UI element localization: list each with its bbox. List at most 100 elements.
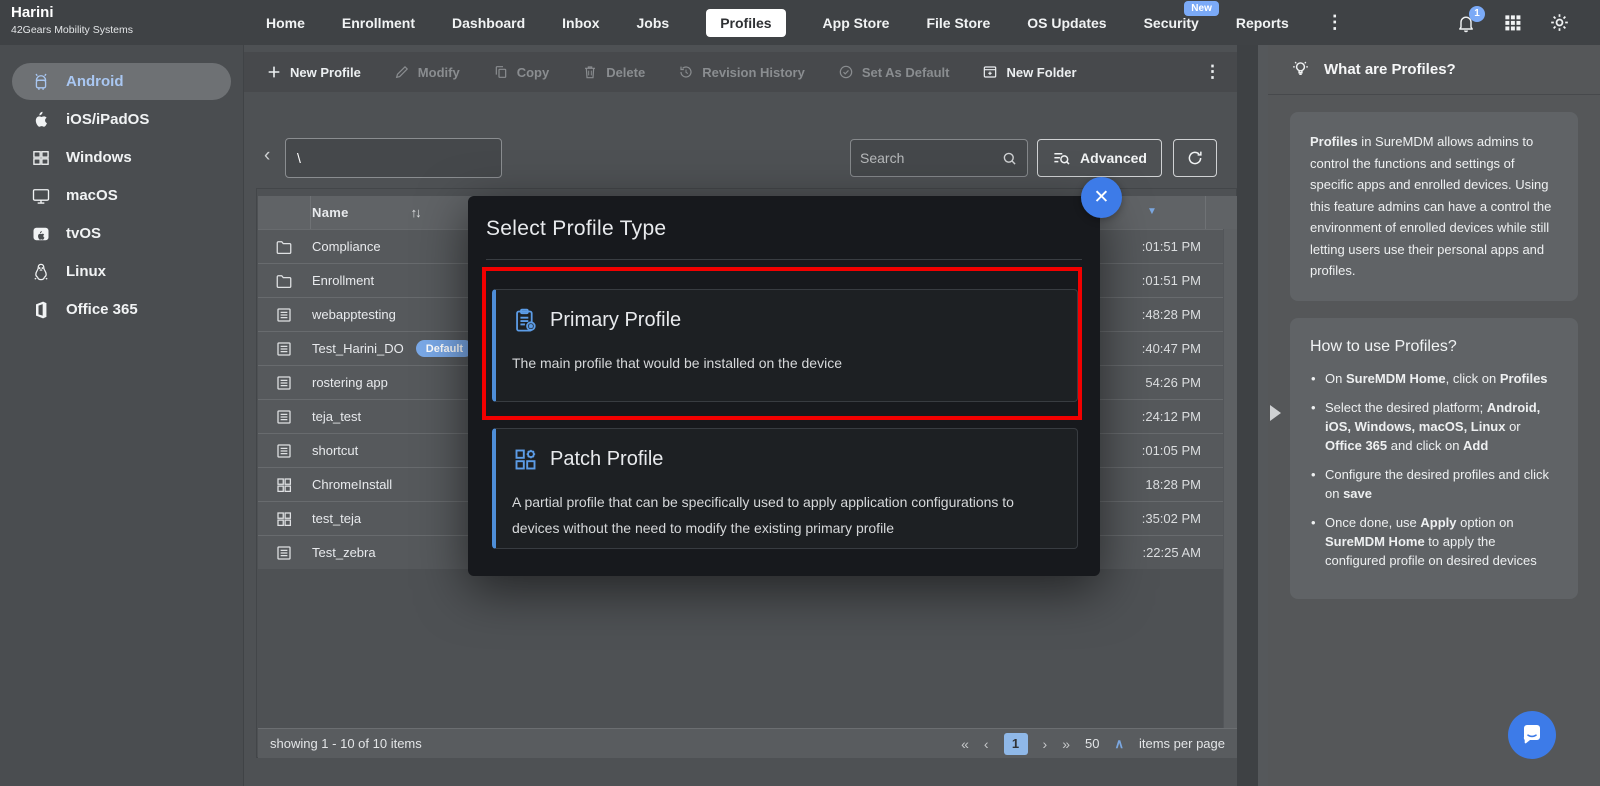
nav-profiles[interactable]: Profiles bbox=[706, 9, 785, 37]
settings-gear-icon[interactable] bbox=[1549, 12, 1570, 33]
sort-icon[interactable]: ↑↓ bbox=[411, 205, 420, 220]
chat-support-button[interactable] bbox=[1508, 711, 1556, 759]
linux-icon bbox=[31, 262, 51, 282]
patch-profile-description: A partial profile that can be specifical… bbox=[512, 489, 1061, 541]
sidebar-item-label: tvOS bbox=[66, 225, 101, 242]
last-page-button[interactable]: » bbox=[1062, 736, 1070, 752]
plus-icon bbox=[266, 64, 282, 80]
howto-step: Configure the desired profiles and click… bbox=[1310, 465, 1558, 503]
advanced-search-button[interactable]: Advanced bbox=[1037, 139, 1162, 177]
howto-step: On SureMDM Home, click on Profiles bbox=[1310, 369, 1558, 388]
table-footer: showing 1 - 10 of 10 items « ‹ 1 › » 50 … bbox=[258, 728, 1237, 758]
search-icon[interactable] bbox=[1001, 150, 1018, 167]
apps-grid-icon[interactable] bbox=[1503, 13, 1522, 32]
primary-profile-title: Primary Profile bbox=[550, 309, 681, 332]
folder-back-icon[interactable]: ‹ bbox=[264, 145, 270, 167]
help-panel: What are Profiles? Profiles in SureMDM a… bbox=[1268, 45, 1600, 786]
modify-button[interactable]: Modify bbox=[394, 64, 460, 80]
sidebar-item-label: Windows bbox=[66, 149, 132, 166]
nav-enrollment[interactable]: Enrollment bbox=[342, 15, 415, 31]
panel-scroll-track[interactable] bbox=[1258, 45, 1268, 786]
patch-profile-option[interactable]: Patch Profile A partial profile that can… bbox=[492, 428, 1078, 549]
sidebar-item-office365[interactable]: Office 365 bbox=[12, 291, 231, 328]
nav-security[interactable]: SecurityNew bbox=[1144, 15, 1199, 31]
howto-list: On SureMDM Home, click on Profiles Selec… bbox=[1310, 369, 1558, 570]
nav-inbox[interactable]: Inbox bbox=[562, 15, 599, 31]
row-name: Test_zebra bbox=[312, 545, 376, 560]
page-number[interactable]: 1 bbox=[1004, 733, 1028, 755]
new-badge: New bbox=[1184, 1, 1219, 16]
items-summary: showing 1 - 10 of 10 items bbox=[270, 736, 422, 751]
copy-button[interactable]: Copy bbox=[493, 64, 550, 80]
grid-icon bbox=[258, 476, 310, 494]
office-icon bbox=[31, 300, 51, 320]
page-size-value[interactable]: 50 bbox=[1085, 736, 1099, 751]
row-modified-time: :35:02 PM bbox=[1142, 511, 1201, 526]
row-modified-time: :24:12 PM bbox=[1142, 409, 1201, 424]
sidebar-item-windows[interactable]: Windows bbox=[12, 139, 231, 176]
prev-page-button[interactable]: ‹ bbox=[984, 736, 989, 752]
sidebar-item-label: Office 365 bbox=[66, 301, 138, 318]
row-modified-time: :01:51 PM bbox=[1142, 273, 1201, 288]
row-modified-time: :01:51 PM bbox=[1142, 239, 1201, 254]
row-modified-time: 18:28 PM bbox=[1145, 477, 1201, 492]
nav-reports[interactable]: Reports bbox=[1236, 15, 1289, 31]
sidebar-item-macos[interactable]: macOS bbox=[12, 177, 231, 214]
panel-collapse-arrow-icon[interactable] bbox=[1270, 405, 1281, 421]
new-profile-button[interactable]: New Profile bbox=[266, 64, 361, 80]
nav-file-store[interactable]: File Store bbox=[926, 15, 990, 31]
notifications-bell-icon[interactable]: 1 bbox=[1456, 13, 1476, 33]
nav-dashboard[interactable]: Dashboard bbox=[452, 15, 525, 31]
nav-more-icon[interactable]: ⋮ bbox=[1326, 12, 1344, 33]
notification-count-badge: 1 bbox=[1469, 6, 1485, 22]
set-as-default-button[interactable]: Set As Default bbox=[838, 64, 950, 80]
select-profile-type-dialog: Select Profile Type Primary Profile The … bbox=[468, 196, 1100, 576]
page-size-caret-icon[interactable]: ∧ bbox=[1114, 736, 1124, 752]
grid-icon bbox=[258, 510, 310, 528]
folder-path-input[interactable] bbox=[285, 138, 502, 178]
search-input[interactable] bbox=[860, 150, 1001, 166]
trash-icon bbox=[582, 64, 598, 80]
primary-profile-option[interactable]: Primary Profile The main profile that wo… bbox=[492, 289, 1078, 402]
dialog-close-button[interactable]: ✕ bbox=[1081, 177, 1122, 218]
suremdm-app: Harini 42Gears Mobility Systems Home Enr… bbox=[0, 0, 1600, 786]
profiles-toolbar: New Profile Modify Copy Delete Revision … bbox=[244, 52, 1237, 92]
howto-profiles-card: How to use Profiles? On SureMDM Home, cl… bbox=[1290, 318, 1578, 599]
nav-app-store[interactable]: App Store bbox=[823, 15, 890, 31]
topbar-icons: 1 bbox=[1456, 0, 1570, 45]
sidebar-item-ios[interactable]: iOS/iPadOS bbox=[12, 101, 231, 138]
apple-tv-icon bbox=[31, 224, 51, 244]
help-panel-header: What are Profiles? bbox=[1268, 45, 1600, 95]
per-page-label: items per page bbox=[1139, 736, 1225, 751]
nav-os-updates[interactable]: OS Updates bbox=[1027, 15, 1106, 31]
sort-desc-icon[interactable]: ▼ bbox=[1147, 206, 1157, 217]
refresh-button[interactable] bbox=[1173, 139, 1217, 177]
history-icon bbox=[678, 64, 694, 80]
dialog-title: Select Profile Type bbox=[486, 217, 666, 241]
nav-home[interactable]: Home bbox=[266, 15, 305, 31]
folder-icon bbox=[258, 238, 310, 256]
help-panel-title: What are Profiles? bbox=[1324, 61, 1456, 78]
delete-button[interactable]: Delete bbox=[582, 64, 645, 80]
sidebar-item-android[interactable]: Android bbox=[12, 63, 231, 100]
toolbar-more-icon[interactable]: ⋮ bbox=[1204, 62, 1221, 82]
column-header-name[interactable]: Name bbox=[312, 205, 349, 220]
row-modified-time: 54:26 PM bbox=[1145, 375, 1201, 390]
column-divider bbox=[310, 196, 311, 229]
folder-icon bbox=[258, 272, 310, 290]
revision-history-button[interactable]: Revision History bbox=[678, 64, 805, 80]
sidebar-item-linux[interactable]: Linux bbox=[12, 253, 231, 290]
nav-jobs[interactable]: Jobs bbox=[637, 15, 670, 31]
row-name: webapptesting bbox=[312, 307, 396, 322]
sidebar-item-tvos[interactable]: tvOS bbox=[12, 215, 231, 252]
pencil-icon bbox=[394, 64, 410, 80]
row-modified-time: :01:05 PM bbox=[1142, 443, 1201, 458]
new-folder-button[interactable]: New Folder bbox=[982, 64, 1076, 80]
profile-icon bbox=[258, 306, 310, 324]
primary-profile-description: The main profile that would be installed… bbox=[512, 350, 1061, 376]
content-scroll-track[interactable] bbox=[1237, 45, 1258, 786]
table-scrollbar[interactable] bbox=[1223, 229, 1237, 728]
next-page-button[interactable]: › bbox=[1043, 736, 1048, 752]
first-page-button[interactable]: « bbox=[961, 736, 969, 752]
brand: Harini 42Gears Mobility Systems bbox=[11, 4, 133, 36]
